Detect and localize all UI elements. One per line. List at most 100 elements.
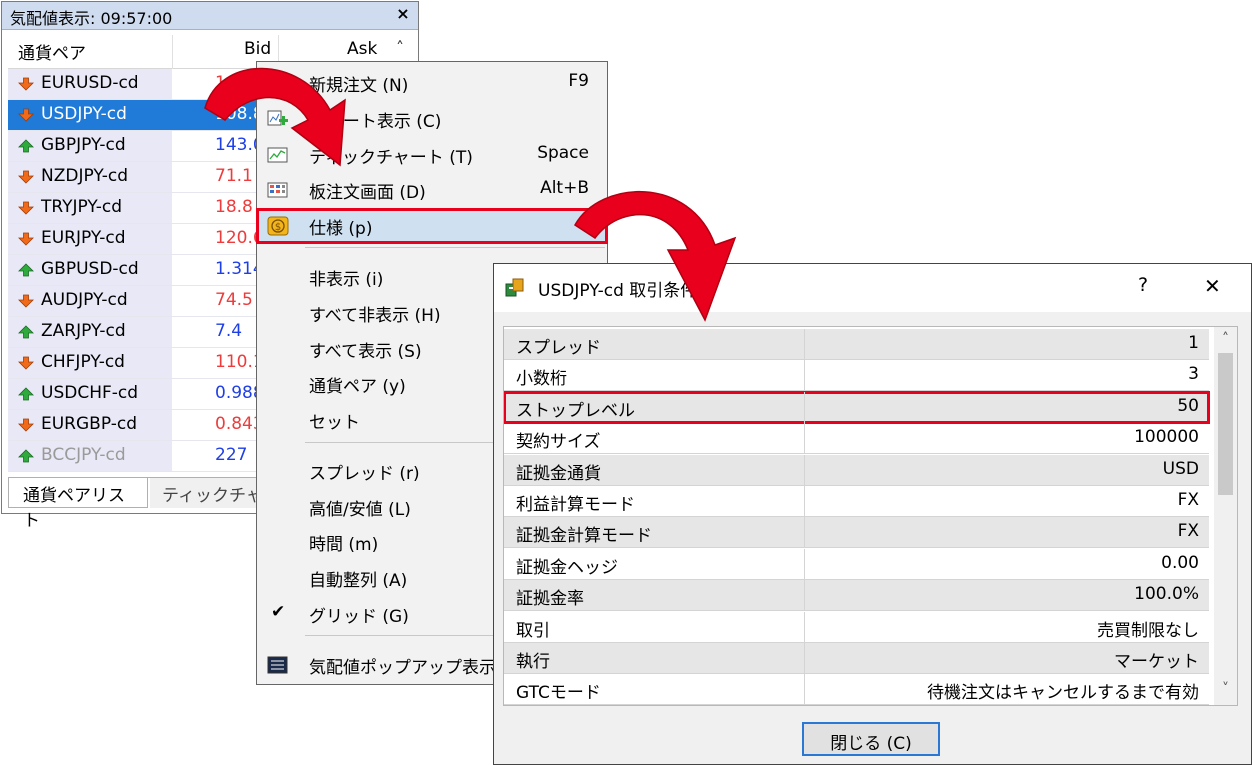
symbol-name: EURGBP-cd bbox=[41, 414, 137, 434]
menu-item-label: 時間 (m) bbox=[309, 535, 379, 555]
symbol-name: USDCHF-cd bbox=[41, 383, 139, 403]
column-header-ask[interactable]: Ask bbox=[347, 39, 377, 59]
tab-tick-chart[interactable]: ティックチャー bbox=[150, 478, 260, 508]
menu-item-label: セット bbox=[309, 413, 360, 433]
property-value: 1 bbox=[1188, 333, 1199, 353]
symbol-name: TRYJPY-cd bbox=[41, 197, 123, 217]
bid-price: 7.4 bbox=[215, 321, 243, 341]
property-row[interactable]: 契約サイズ 100000 bbox=[504, 423, 1209, 455]
symbol-name: AUDJPY-cd bbox=[41, 290, 128, 310]
menu-item-label: 新規注文 (N) bbox=[309, 76, 409, 96]
new-order-icon bbox=[267, 74, 288, 90]
property-key: 執行 bbox=[516, 652, 550, 672]
menu-item-label: 通貨ペア (y) bbox=[309, 377, 406, 397]
symbol-name: ZARJPY-cd bbox=[41, 321, 126, 341]
symbol-name: EURJPY-cd bbox=[41, 228, 126, 248]
scroll-down-icon[interactable]: ˅ bbox=[1214, 681, 1237, 697]
menu-item[interactable]: 板注文画面 (D) Alt+B bbox=[257, 173, 607, 207]
dialog-titlebar: USDJPY-cd 取引条件 ? ✕ bbox=[494, 264, 1251, 312]
column-header-symbol[interactable]: 通貨ペア bbox=[18, 39, 86, 64]
property-row[interactable]: 小数桁 3 bbox=[504, 360, 1209, 392]
bid-price: 71.1 bbox=[215, 166, 253, 186]
property-value: USD bbox=[1162, 458, 1199, 479]
property-value: FX bbox=[1177, 490, 1199, 510]
menu-item[interactable]: ティックチャート (T) Space bbox=[257, 138, 607, 172]
symbol-name: BCCJPY-cd bbox=[41, 445, 126, 465]
column-header-bid[interactable]: Bid bbox=[244, 39, 271, 59]
price-up-icon bbox=[18, 387, 34, 401]
property-row[interactable]: 利益計算モード FX bbox=[504, 486, 1209, 517]
property-key: GTCモード bbox=[516, 683, 601, 704]
menu-item-label: チャート表示 (C) bbox=[309, 112, 442, 132]
property-value: マーケット bbox=[1114, 652, 1199, 672]
symbol-properties-dialog: USDJPY-cd 取引条件 ? ✕ スプレッド 1 小数桁 3 ストップレベル 50 契約… bbox=[493, 263, 1252, 765]
menu-item-label: 板注文画面 (D) bbox=[309, 183, 426, 203]
property-key: 利益計算モード bbox=[516, 495, 635, 515]
svg-text:$: $ bbox=[275, 222, 281, 233]
popup-window-icon bbox=[267, 656, 288, 674]
menu-item-label: スプレッド (r) bbox=[309, 464, 420, 484]
price-down-icon bbox=[18, 108, 34, 122]
property-value: 0.00 bbox=[1161, 552, 1199, 573]
property-key: ストップレベル bbox=[516, 400, 635, 421]
menu-item-label: 自動整列 (A) bbox=[309, 571, 408, 591]
tab-symbol-list[interactable]: 通貨ペアリスト bbox=[8, 478, 148, 531]
symbol-name: CHFJPY-cd bbox=[41, 352, 125, 372]
menu-item-label: 非表示 (i) bbox=[309, 270, 384, 290]
scrollbar-thumb[interactable] bbox=[1218, 353, 1233, 495]
menu-item[interactable]: チャート表示 (C) bbox=[257, 102, 607, 136]
property-value: FX bbox=[1177, 521, 1199, 542]
property-row[interactable]: 証拠金率 100.0% bbox=[504, 580, 1209, 612]
menu-item-label: すべて表示 (S) bbox=[309, 342, 422, 362]
close-icon[interactable]: ✕ bbox=[1204, 274, 1228, 298]
bid-price: 74.5 bbox=[215, 290, 253, 310]
vertical-scrollbar[interactable]: ˄ ˅ bbox=[1214, 327, 1237, 705]
property-key: 証拠金率 bbox=[516, 589, 584, 610]
property-key: 証拠金計算モード bbox=[516, 526, 652, 547]
symbol-name: EURUSD-cd bbox=[41, 73, 139, 93]
symbol-name: NZDJPY-cd bbox=[41, 166, 128, 186]
menu-item[interactable]: 新規注文 (N) F9 bbox=[257, 66, 607, 100]
menu-item-label: 気配値ポップアップ表示 bbox=[309, 658, 496, 678]
property-key: 証拠金通貨 bbox=[516, 463, 601, 484]
property-row[interactable]: 取引 売買制限なし bbox=[504, 611, 1209, 643]
property-row[interactable]: 証拠金ヘッジ 0.00 bbox=[504, 548, 1209, 580]
check-icon: ✔ bbox=[271, 602, 286, 622]
menu-item-shortcut: Alt+B bbox=[540, 178, 589, 198]
price-up-icon bbox=[18, 325, 34, 339]
property-row[interactable]: GTCモード 待機注文はキャンセルするまで有効 bbox=[504, 674, 1209, 705]
price-up-icon bbox=[18, 263, 34, 277]
menu-separator bbox=[305, 247, 605, 248]
property-row[interactable]: 証拠金通貨 USD bbox=[504, 454, 1209, 486]
property-row[interactable]: スプレッド 1 bbox=[504, 329, 1209, 360]
bid-price: 18.8 bbox=[215, 197, 253, 217]
menu-item-label: グリッド (G) bbox=[309, 607, 409, 627]
dialog-title: USDJPY-cd 取引条件 bbox=[538, 281, 698, 301]
property-value: 3 bbox=[1188, 364, 1199, 385]
price-down-icon bbox=[18, 294, 34, 308]
menu-item-label: 高値/安値 (L) bbox=[309, 500, 411, 520]
close-button[interactable]: 閉じる (C) bbox=[802, 722, 940, 756]
property-key: スプレッド bbox=[516, 338, 601, 358]
property-row[interactable]: 証拠金計算モード FX bbox=[504, 517, 1209, 549]
symbol-name: USDJPY-cd bbox=[41, 104, 127, 124]
menu-item[interactable]: $ 仕様 (p) bbox=[256, 208, 608, 244]
help-icon[interactable]: ? bbox=[1138, 274, 1158, 296]
price-down-icon bbox=[18, 232, 34, 246]
property-key: 取引 bbox=[516, 620, 550, 641]
price-up-icon bbox=[18, 139, 34, 153]
property-value: 100.0% bbox=[1134, 584, 1199, 605]
property-value: 待機注文はキャンセルするまで有効 bbox=[927, 683, 1199, 704]
menu-item-shortcut: F9 bbox=[568, 71, 589, 91]
menu-item-shortcut: Space bbox=[537, 143, 589, 163]
property-key: 小数桁 bbox=[516, 369, 567, 390]
property-row[interactable]: 執行 マーケット bbox=[504, 643, 1209, 674]
menu-item-label: ティックチャート (T) bbox=[309, 148, 473, 168]
menu-item-label: すべて非表示 (H) bbox=[309, 306, 441, 326]
property-row[interactable]: ストップレベル 50 bbox=[504, 390, 1210, 424]
properties-grid: スプレッド 1 小数桁 3 ストップレベル 50 契約サイズ 100000 証拠金通貨 USD 利益… bbox=[503, 326, 1238, 706]
market-watch-close-icon[interactable]: × bbox=[392, 4, 414, 26]
property-value: 100000 bbox=[1134, 427, 1199, 448]
property-key: 証拠金ヘッジ bbox=[516, 557, 618, 578]
scroll-up-icon[interactable]: ˄ bbox=[1214, 331, 1237, 347]
